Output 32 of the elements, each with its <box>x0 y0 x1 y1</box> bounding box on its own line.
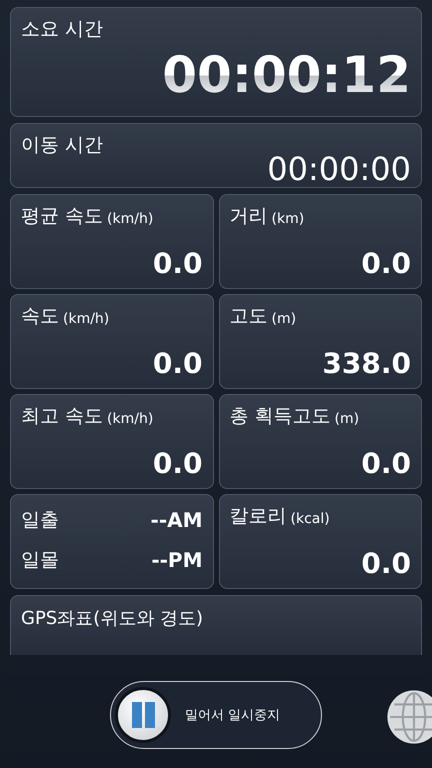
sun-time: --AM <box>150 508 202 532</box>
metric-unit: (km/h) <box>107 411 154 427</box>
pause-icon[interactable] <box>115 687 171 743</box>
metric-value: 0.0 <box>152 347 202 380</box>
metric-label: 총 획득고도 <box>230 404 331 429</box>
metric-value: 0.0 <box>152 247 202 280</box>
gps-label: GPS좌표(위도와 경도) <box>21 607 203 630</box>
moving-time-value: 00:00:00 <box>267 150 411 188</box>
metric-label: 최고 속도 <box>21 404 104 429</box>
metric-label: 고도 <box>230 304 268 329</box>
sun-time: --PM <box>151 548 202 572</box>
globe-icon[interactable] <box>386 689 432 745</box>
moving-time-label: 이동 시간 <box>21 133 104 158</box>
metric-label: 거리 <box>230 204 268 229</box>
sun-label: 일출 <box>21 508 59 533</box>
metric-value: 0.0 <box>361 247 411 280</box>
metric-unit: (km/h) <box>63 311 110 327</box>
metric-unit: (km/h) <box>107 211 154 227</box>
metric-unit: (m) <box>272 311 296 327</box>
metric-label: 칼로리 <box>230 504 286 529</box>
metric-label: 속도 <box>21 304 59 329</box>
slide-to-pause-button[interactable]: 밀어서 일시중지 <box>110 681 322 749</box>
metric-label: 평균 속도 <box>21 204 104 229</box>
metric-unit: (km) <box>272 211 304 227</box>
metric-value: 0.0 <box>152 447 202 480</box>
metric-value: 0.0 <box>361 547 411 580</box>
metric-unit: (kcal) <box>290 511 330 527</box>
metric-unit: (m) <box>334 411 360 427</box>
metric-value: 0.0 <box>361 447 411 480</box>
metric-value: 338.0 <box>322 347 411 380</box>
elapsed-time-label: 소요 시간 <box>21 17 104 42</box>
sun-label: 일몰 <box>21 548 59 573</box>
